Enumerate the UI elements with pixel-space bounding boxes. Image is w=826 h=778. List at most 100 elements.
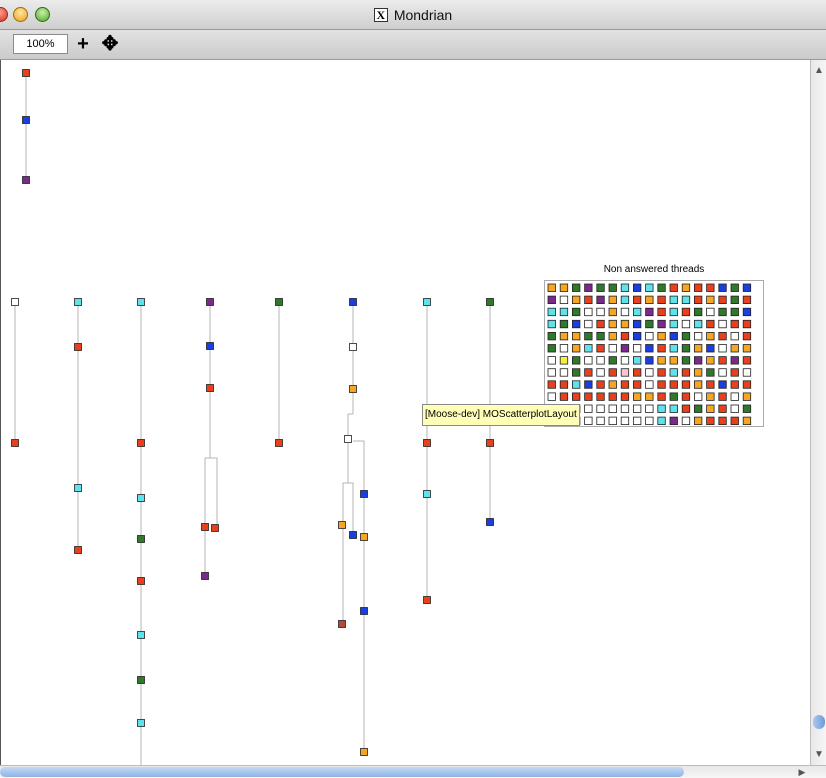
thread-node[interactable] <box>74 546 82 554</box>
matrix-cell[interactable] <box>742 319 752 329</box>
zoom-level-field[interactable]: 100% <box>13 34 68 54</box>
matrix-cell[interactable] <box>571 344 581 353</box>
matrix-cell[interactable] <box>657 416 666 426</box>
matrix-cell[interactable] <box>657 332 666 341</box>
matrix-cell[interactable] <box>693 380 703 389</box>
matrix-cell[interactable] <box>693 356 703 365</box>
matrix-cell[interactable] <box>633 356 642 365</box>
matrix-cell[interactable] <box>584 368 593 377</box>
thread-node[interactable] <box>360 748 368 756</box>
matrix-cell[interactable] <box>620 332 630 341</box>
matrix-cell[interactable] <box>547 332 556 341</box>
thread-node[interactable] <box>338 620 346 628</box>
matrix-cell[interactable] <box>706 380 715 389</box>
matrix-cell[interactable] <box>742 283 752 292</box>
matrix-cell[interactable] <box>633 380 642 389</box>
thread-node[interactable] <box>137 719 145 727</box>
matrix-cell[interactable] <box>596 404 605 413</box>
thread-node[interactable] <box>486 298 494 306</box>
matrix-cell[interactable] <box>584 380 593 389</box>
matrix-cell[interactable] <box>706 368 715 377</box>
matrix-cell[interactable] <box>559 307 569 317</box>
matrix-cell[interactable] <box>547 392 556 401</box>
matrix-cell[interactable] <box>645 295 654 305</box>
matrix-cell[interactable] <box>681 368 691 377</box>
matrix-cell[interactable] <box>547 283 556 292</box>
matrix-cell[interactable] <box>669 332 678 341</box>
matrix-cell[interactable] <box>718 392 727 401</box>
matrix-cell[interactable] <box>669 319 678 329</box>
matrix-cell[interactable] <box>730 368 739 377</box>
matrix-cell[interactable] <box>608 380 617 389</box>
thread-node[interactable] <box>137 577 145 585</box>
matrix-cell[interactable] <box>584 307 593 317</box>
matrix-cell[interactable] <box>608 295 617 305</box>
matrix-cell[interactable] <box>645 332 654 341</box>
matrix-cell[interactable] <box>571 307 581 317</box>
matrix-cell[interactable] <box>693 344 703 353</box>
matrix-cell[interactable] <box>681 416 691 426</box>
matrix-cell[interactable] <box>645 307 654 317</box>
matrix-cell[interactable] <box>681 392 691 401</box>
matrix-cell[interactable] <box>693 416 703 426</box>
matrix-cell[interactable] <box>645 283 654 292</box>
matrix-cell[interactable] <box>730 295 739 305</box>
matrix-cell[interactable] <box>547 295 556 305</box>
matrix-cell[interactable] <box>693 295 703 305</box>
horizontal-scroll-thumb[interactable] <box>0 767 684 777</box>
thread-node[interactable] <box>201 523 209 531</box>
matrix-cell[interactable] <box>620 392 630 401</box>
matrix-cell[interactable] <box>657 283 666 292</box>
vertical-scroll-thumb[interactable] <box>813 715 825 729</box>
matrix-cell[interactable] <box>547 380 556 389</box>
thread-node[interactable] <box>486 518 494 526</box>
matrix-cell[interactable] <box>559 295 569 305</box>
matrix-cell[interactable] <box>633 307 642 317</box>
matrix-cell[interactable] <box>645 344 654 353</box>
thread-node[interactable] <box>206 384 214 392</box>
matrix-cell[interactable] <box>718 283 727 292</box>
matrix-cell[interactable] <box>620 344 630 353</box>
thread-node[interactable] <box>11 298 19 306</box>
thread-node[interactable] <box>423 439 431 447</box>
thread-node[interactable] <box>344 435 352 443</box>
matrix-cell[interactable] <box>742 344 752 353</box>
matrix-cell[interactable] <box>669 404 678 413</box>
matrix-cell[interactable] <box>584 416 593 426</box>
matrix-cell[interactable] <box>706 392 715 401</box>
matrix-cell[interactable] <box>718 404 727 413</box>
thread-node[interactable] <box>486 439 494 447</box>
matrix-cell[interactable] <box>584 404 593 413</box>
matrix-cell[interactable] <box>706 404 715 413</box>
matrix-cell[interactable] <box>681 319 691 329</box>
thread-node[interactable] <box>22 176 30 184</box>
matrix-cell[interactable] <box>718 344 727 353</box>
matrix-cell[interactable] <box>669 392 678 401</box>
matrix-cell[interactable] <box>559 380 569 389</box>
matrix-cell[interactable] <box>742 404 752 413</box>
matrix-cell[interactable] <box>693 368 703 377</box>
matrix-cell[interactable] <box>645 356 654 365</box>
matrix-cell[interactable] <box>730 307 739 317</box>
scroll-right-icon[interactable]: ▶ <box>795 766 809 778</box>
thread-node[interactable] <box>423 298 431 306</box>
matrix-cell[interactable] <box>559 344 569 353</box>
matrix-cell[interactable] <box>584 319 593 329</box>
matrix-cell[interactable] <box>657 319 666 329</box>
matrix-cell[interactable] <box>706 307 715 317</box>
matrix-cell[interactable] <box>571 319 581 329</box>
matrix-cell[interactable] <box>706 332 715 341</box>
matrix-cell[interactable] <box>693 404 703 413</box>
matrix-cell[interactable] <box>633 392 642 401</box>
matrix-cell[interactable] <box>620 319 630 329</box>
matrix-cell[interactable] <box>584 295 593 305</box>
thread-node[interactable] <box>137 535 145 543</box>
thread-node[interactable] <box>423 490 431 498</box>
thread-node[interactable] <box>349 385 357 393</box>
matrix-cell[interactable] <box>608 344 617 353</box>
matrix-cell[interactable] <box>693 307 703 317</box>
thread-node[interactable] <box>360 490 368 498</box>
vertical-scrollbar[interactable]: ▲ ▼ <box>810 60 826 765</box>
matrix-cell[interactable] <box>669 344 678 353</box>
matrix-cell[interactable] <box>584 356 593 365</box>
